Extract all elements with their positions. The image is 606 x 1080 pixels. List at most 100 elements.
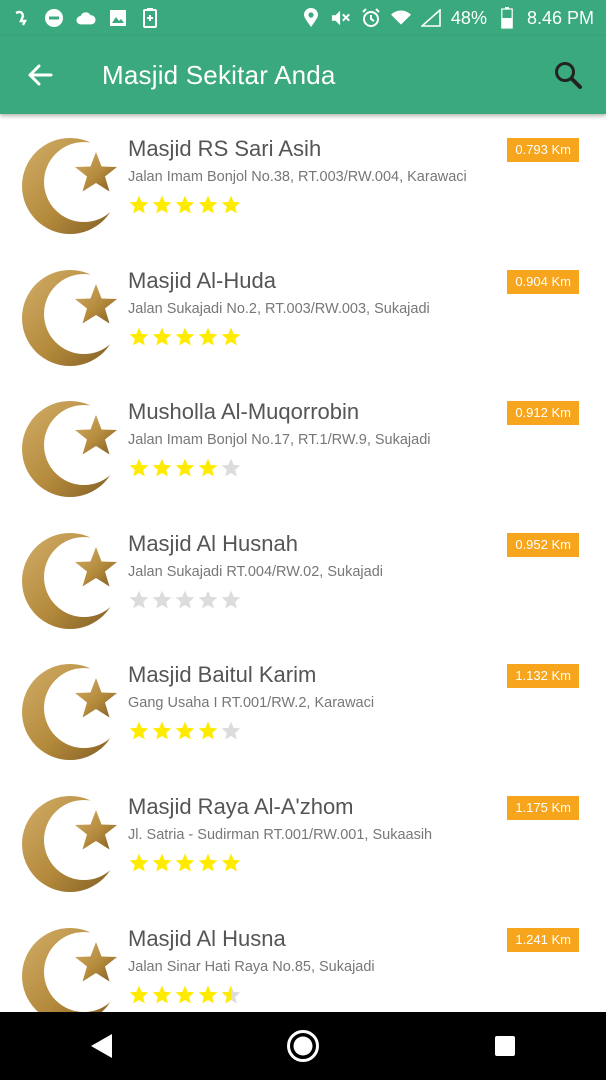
back-button[interactable] bbox=[18, 53, 62, 97]
status-left-icons bbox=[12, 8, 160, 28]
star-icon bbox=[152, 327, 172, 346]
star-icon bbox=[198, 722, 218, 740]
star-icon bbox=[129, 590, 149, 609]
star-icon bbox=[175, 985, 195, 1003]
mosque-logo-icon bbox=[20, 531, 122, 631]
star-icon bbox=[152, 985, 172, 1003]
mosque-address: Jalan Imam Bonjol No.38, RT.003/RW.004, … bbox=[128, 169, 467, 185]
rating-stars bbox=[128, 326, 242, 348]
rating-stars bbox=[128, 852, 242, 874]
star-icon bbox=[175, 722, 195, 740]
image-icon bbox=[108, 8, 128, 28]
nav-back-button[interactable] bbox=[71, 1016, 131, 1076]
star-icon bbox=[129, 327, 149, 346]
star-icon bbox=[175, 458, 195, 477]
square-recents-icon bbox=[495, 1036, 515, 1056]
search-icon bbox=[555, 62, 582, 89]
alarm-icon bbox=[361, 8, 381, 28]
star-icon bbox=[129, 195, 149, 214]
mosque-logo-icon bbox=[20, 662, 122, 762]
signal-icon bbox=[420, 8, 441, 28]
star-icon bbox=[152, 458, 172, 477]
star-icon bbox=[221, 327, 241, 346]
distance-badge: 0.793 Km bbox=[507, 138, 579, 162]
star-icon bbox=[175, 327, 195, 346]
star-icon bbox=[175, 195, 195, 214]
list-item[interactable]: Musholla Al-Muqorrobin Jalan Imam Bonjol … bbox=[0, 377, 606, 509]
mosque-logo-icon bbox=[20, 136, 122, 236]
battery-percent: 48% bbox=[450, 7, 487, 28]
search-button[interactable] bbox=[546, 53, 590, 97]
rating-stars bbox=[128, 720, 242, 742]
mosque-name: Masjid RS Sari Asih bbox=[128, 136, 322, 161]
list-item[interactable]: Masjid RS Sari Asih Jalan Imam Bonjol No.… bbox=[0, 114, 606, 246]
list-item[interactable]: Masjid Al Husnah Jalan Sukajadi RT.004/RW… bbox=[0, 509, 606, 641]
star-icon bbox=[221, 722, 241, 740]
app-bar: Masjid Sekitar Anda bbox=[0, 36, 606, 114]
list-item[interactable]: Masjid Baitul Karim Gang Usaha I RT.001/R… bbox=[0, 640, 606, 772]
mosque-address: Jalan Sukajadi No.2, RT.003/RW.003, Suka… bbox=[128, 300, 430, 317]
mosque-logo-icon bbox=[20, 794, 122, 894]
mosque-logo-icon bbox=[20, 399, 122, 499]
star-icon bbox=[221, 458, 241, 477]
battery-icon bbox=[497, 7, 517, 29]
rating-stars bbox=[128, 984, 242, 1006]
star-icon bbox=[198, 327, 218, 346]
star-icon bbox=[198, 195, 218, 214]
star-icon bbox=[152, 722, 172, 740]
notification-icon bbox=[12, 8, 32, 28]
navigation-bar bbox=[0, 1012, 606, 1080]
mosque-name: Masjid Al-Huda bbox=[128, 267, 276, 293]
mosque-address: Jl. Satria - Sudirman RT.001/RW.001, Suk… bbox=[128, 826, 433, 843]
star-icon bbox=[221, 195, 241, 214]
distance-badge: 1.175 Km bbox=[507, 795, 579, 820]
star-icon bbox=[221, 853, 241, 872]
mosque-address: Jalan Sinar Hati Raya No.85, Sukajadi bbox=[128, 958, 375, 975]
rating-stars bbox=[128, 457, 242, 479]
mosque-name: Masjid Al Husnah bbox=[128, 530, 298, 556]
mosque-name: Masjid Baitul Karim bbox=[128, 662, 317, 688]
star-icon bbox=[129, 853, 149, 872]
nav-recents-button[interactable] bbox=[475, 1016, 535, 1076]
distance-badge: 0.912 Km bbox=[507, 401, 579, 426]
star-icon bbox=[198, 853, 218, 872]
list-item[interactable]: Masjid Al-Huda Jalan Sukajadi No.2, RT.00… bbox=[0, 246, 606, 378]
nav-home-button[interactable] bbox=[273, 1016, 333, 1076]
star-icon bbox=[129, 722, 149, 740]
circle-home-icon bbox=[287, 1030, 319, 1062]
battery-saver-icon bbox=[140, 8, 160, 28]
list-item[interactable]: Masjid Al Husna Jalan Sinar Hati Raya No.… bbox=[0, 904, 606, 1012]
mosque-address: Jalan Imam Bonjol No.17, RT.1/RW.9, Suka… bbox=[128, 432, 431, 449]
page-title: Masjid Sekitar Anda bbox=[102, 59, 336, 90]
distance-badge: 1.241 Km bbox=[507, 927, 579, 952]
status-time: 8.46 PM bbox=[526, 7, 594, 28]
location-icon bbox=[301, 8, 321, 28]
star-icon bbox=[129, 985, 149, 1003]
mosque-address: Jalan Sukajadi RT.004/RW.02, Sukajadi bbox=[128, 563, 383, 580]
status-bar: 48% 8.46 PM bbox=[0, 0, 606, 36]
star-icon bbox=[175, 853, 195, 872]
distance-badge: 1.132 Km bbox=[507, 664, 579, 689]
star-icon bbox=[198, 985, 218, 1003]
mosque-logo-icon bbox=[20, 926, 122, 1012]
mute-icon bbox=[331, 8, 351, 28]
star-icon bbox=[198, 458, 218, 477]
mosque-list[interactable]: Masjid RS Sari Asih Jalan Imam Bonjol No.… bbox=[0, 114, 606, 1012]
list-item[interactable]: Masjid Raya Al-A'zhom Jl. Satria - Sudirm… bbox=[0, 772, 606, 904]
star-icon bbox=[221, 985, 241, 1003]
star-icon bbox=[152, 195, 172, 214]
rating-stars bbox=[128, 589, 242, 611]
mosque-name: Masjid Raya Al-A'zhom bbox=[128, 793, 354, 819]
rating-stars bbox=[128, 194, 242, 216]
star-icon bbox=[152, 590, 172, 609]
star-icon bbox=[129, 458, 149, 477]
star-icon bbox=[221, 590, 241, 609]
dnd-icon bbox=[44, 8, 64, 28]
status-right-icons: 48% 8.46 PM bbox=[301, 7, 594, 29]
mosque-logo-icon bbox=[20, 268, 122, 368]
distance-badge: 0.952 Km bbox=[507, 532, 579, 557]
mosque-address: Gang Usaha I RT.001/RW.2, Karawaci bbox=[128, 695, 375, 712]
mosque-name: Musholla Al-Muqorrobin bbox=[128, 399, 360, 425]
arrow-left-icon bbox=[28, 64, 53, 86]
distance-badge: 0.904 Km bbox=[507, 269, 579, 294]
